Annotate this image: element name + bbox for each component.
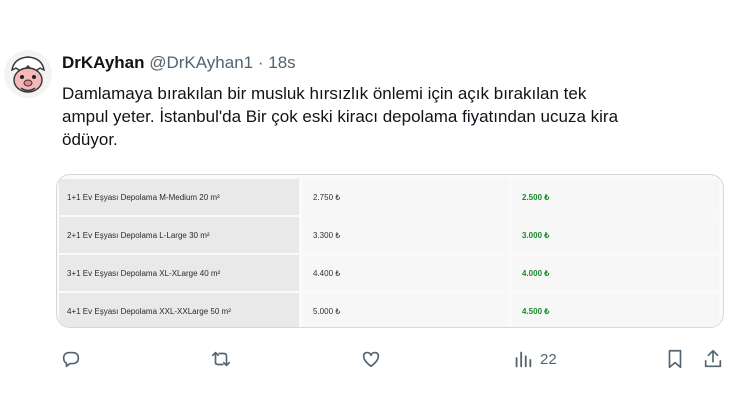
storage-name: 1+1 Ev Eşyası Depolama M-Medium 20 m² [59,179,299,215]
tweet-text-line: ampul yeter. İstanbul'da Bir çok eski ki… [62,107,619,126]
heart-icon [362,351,380,368]
tweet-text-line: Damlamaya bırakılan bir musluk hırsızlık… [62,84,587,103]
timestamp[interactable]: 18s [268,53,295,72]
new-price: 4.500 ₺ [512,293,719,327]
author-name[interactable]: DrKAyhan [62,53,145,72]
retweet-icon [211,351,231,367]
storage-name: 2+1 Ev Eşyası Depolama L-Large 30 m² [59,217,299,253]
new-price: 3.000 ₺ [512,217,719,253]
tweet-actions: 22 [0,344,730,374]
share-button[interactable] [702,344,724,374]
table-row: 3+1 Ev Eşyası Depolama XL-XLarge 40 m² 4… [59,255,719,291]
separator-dot: · [257,53,264,72]
bookmark-button[interactable] [664,344,686,374]
new-price: 2.500 ₺ [512,179,719,215]
old-price: 3.300 ₺ [303,217,508,253]
table-row: 4+1 Ev Eşyası Depolama XXL-XXLarge 50 m²… [59,293,719,327]
avatar[interactable] [4,50,52,98]
views-count: 22 [540,350,557,368]
storage-name: 4+1 Ev Eşyası Depolama XXL-XXLarge 50 m² [59,293,299,327]
tweet-text-line: ödüyor. [62,130,118,149]
avatar-image [4,50,52,98]
reply-icon [62,351,80,368]
new-price: 4.000 ₺ [512,255,719,291]
price-table: 1+1 Ev Eşyası Depolama M-Medium 20 m² 2.… [59,179,719,327]
tweet-header: DrKAyhan @DrKAyhan1 · 18s [62,53,296,73]
table-row: 1+1 Ev Eşyası Depolama M-Medium 20 m² 2.… [59,179,719,215]
old-price: 2.750 ₺ [303,179,508,215]
reply-button[interactable] [60,344,82,374]
like-button[interactable] [360,344,382,374]
storage-name: 3+1 Ev Eşyası Depolama XL-XLarge 40 m² [59,255,299,291]
tweet-media[interactable]: 1+1 Ev Eşyası Depolama M-Medium 20 m² 2.… [56,174,724,328]
table-row: 2+1 Ev Eşyası Depolama L-Large 30 m² 3.3… [59,217,719,253]
bookmark-icon [668,349,682,369]
author-handle[interactable]: @DrKAyhan1 [149,53,253,72]
retweet-button[interactable] [210,344,232,374]
tweet-text: Damlamaya bırakılan bir musluk hırsızlık… [62,82,712,151]
old-price: 5.000 ₺ [303,293,508,327]
views-button[interactable]: 22 [512,344,557,374]
old-price: 4.400 ₺ [303,255,508,291]
share-icon [704,349,722,368]
views-icon [515,351,532,368]
